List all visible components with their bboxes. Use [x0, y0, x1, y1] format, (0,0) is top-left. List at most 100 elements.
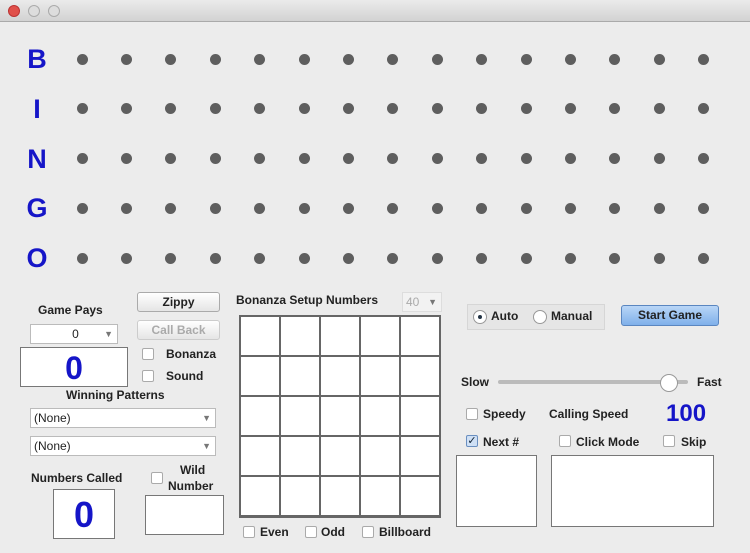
game-pays-select[interactable]: 0 ▼: [30, 324, 118, 344]
sound-checkbox[interactable]: [142, 370, 154, 382]
number-slot[interactable]: [564, 53, 576, 65]
bonanza-cell[interactable]: [361, 397, 399, 435]
wild-number-field[interactable]: [145, 495, 224, 535]
number-slot[interactable]: [520, 103, 532, 115]
number-slot[interactable]: [76, 153, 88, 165]
number-slot[interactable]: [254, 103, 266, 115]
number-slot[interactable]: [653, 103, 665, 115]
number-slot[interactable]: [698, 153, 710, 165]
bonanza-cell[interactable]: [241, 317, 279, 355]
bonanza-cell[interactable]: [281, 317, 319, 355]
number-slot[interactable]: [476, 53, 488, 65]
number-slot[interactable]: [564, 103, 576, 115]
number-slot[interactable]: [609, 103, 621, 115]
number-slot[interactable]: [209, 252, 221, 264]
number-slot[interactable]: [254, 252, 266, 264]
bonanza-checkbox[interactable]: [142, 348, 154, 360]
number-slot[interactable]: [698, 53, 710, 65]
number-slot[interactable]: [165, 103, 177, 115]
number-slot[interactable]: [76, 202, 88, 214]
number-slot[interactable]: [76, 252, 88, 264]
manual-radio[interactable]: [533, 310, 547, 324]
click-mode-checkbox[interactable]: [559, 435, 571, 447]
number-slot[interactable]: [342, 53, 354, 65]
speed-slider-thumb[interactable]: [660, 374, 678, 392]
even-checkbox[interactable]: [243, 526, 255, 538]
number-slot[interactable]: [609, 252, 621, 264]
number-slot[interactable]: [76, 103, 88, 115]
bonanza-cell[interactable]: [361, 477, 399, 515]
number-slot[interactable]: [698, 103, 710, 115]
number-slot[interactable]: [209, 202, 221, 214]
number-slot[interactable]: [165, 202, 177, 214]
number-slot[interactable]: [298, 53, 310, 65]
number-slot[interactable]: [476, 153, 488, 165]
number-slot[interactable]: [342, 252, 354, 264]
number-slot[interactable]: [120, 252, 132, 264]
number-slot[interactable]: [298, 153, 310, 165]
billboard-checkbox[interactable]: [362, 526, 374, 538]
number-slot[interactable]: [698, 252, 710, 264]
number-slot[interactable]: [564, 153, 576, 165]
bonanza-cell[interactable]: [241, 357, 279, 395]
bonanza-cell[interactable]: [401, 397, 439, 435]
number-slot[interactable]: [209, 153, 221, 165]
number-slot[interactable]: [653, 53, 665, 65]
bonanza-cell[interactable]: [361, 357, 399, 395]
number-slot[interactable]: [387, 103, 399, 115]
number-slot[interactable]: [609, 153, 621, 165]
minimize-icon[interactable]: [28, 5, 40, 17]
number-slot[interactable]: [431, 103, 443, 115]
bonanza-cell[interactable]: [401, 317, 439, 355]
number-slot[interactable]: [431, 153, 443, 165]
bonanza-count-select[interactable]: 40 ▼: [402, 292, 442, 312]
bonanza-cell[interactable]: [361, 317, 399, 355]
number-slot[interactable]: [342, 153, 354, 165]
number-slot[interactable]: [298, 252, 310, 264]
call-back-button[interactable]: Call Back: [137, 320, 220, 340]
bonanza-cell[interactable]: [321, 477, 359, 515]
number-slot[interactable]: [254, 53, 266, 65]
number-slot[interactable]: [520, 153, 532, 165]
number-slot[interactable]: [431, 202, 443, 214]
zippy-button[interactable]: Zippy: [137, 292, 220, 312]
number-slot[interactable]: [387, 252, 399, 264]
number-slot[interactable]: [609, 202, 621, 214]
odd-checkbox[interactable]: [305, 526, 317, 538]
number-slot[interactable]: [609, 53, 621, 65]
number-slot[interactable]: [520, 53, 532, 65]
number-slot[interactable]: [165, 153, 177, 165]
number-slot[interactable]: [298, 202, 310, 214]
number-slot[interactable]: [653, 153, 665, 165]
number-slot[interactable]: [564, 252, 576, 264]
pattern-select-1[interactable]: (None) ▼: [30, 408, 216, 428]
zoom-icon[interactable]: [48, 5, 60, 17]
number-slot[interactable]: [298, 103, 310, 115]
bonanza-cell[interactable]: [321, 397, 359, 435]
number-slot[interactable]: [165, 252, 177, 264]
number-slot[interactable]: [120, 53, 132, 65]
number-slot[interactable]: [120, 202, 132, 214]
number-slot[interactable]: [653, 202, 665, 214]
speedy-checkbox[interactable]: [466, 408, 478, 420]
number-slot[interactable]: [120, 153, 132, 165]
number-slot[interactable]: [476, 103, 488, 115]
number-slot[interactable]: [653, 252, 665, 264]
wild-number-checkbox[interactable]: [151, 472, 163, 484]
bonanza-cell[interactable]: [281, 397, 319, 435]
number-slot[interactable]: [254, 202, 266, 214]
bonanza-cell[interactable]: [241, 437, 279, 475]
auto-radio[interactable]: [473, 310, 487, 324]
close-icon[interactable]: [8, 5, 20, 17]
number-slot[interactable]: [431, 53, 443, 65]
number-slot[interactable]: [698, 202, 710, 214]
start-game-button[interactable]: Start Game: [621, 305, 719, 326]
bonanza-cell[interactable]: [281, 437, 319, 475]
bonanza-cell[interactable]: [401, 477, 439, 515]
number-slot[interactable]: [520, 252, 532, 264]
number-slot[interactable]: [120, 103, 132, 115]
skip-checkbox[interactable]: [663, 435, 675, 447]
number-slot[interactable]: [476, 202, 488, 214]
pattern-select-2[interactable]: (None) ▼: [30, 436, 216, 456]
number-slot[interactable]: [476, 252, 488, 264]
